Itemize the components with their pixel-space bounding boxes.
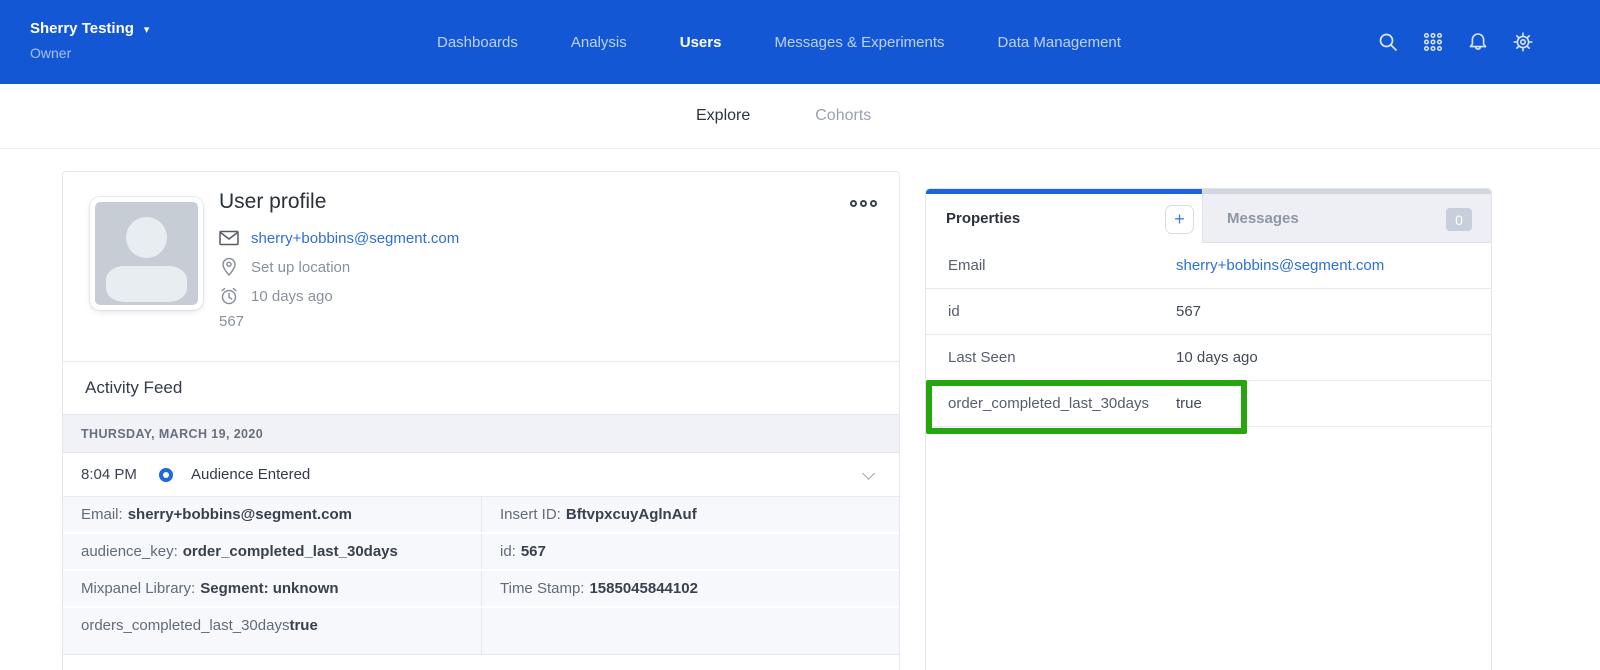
top-navbar: Sherry Testing ▾ Owner Dashboards Analysi… [0,0,1600,84]
profile-email-row: sherry+bobbins@segment.com [219,226,459,250]
envelope-icon [219,230,239,246]
detail-value: true [289,617,317,634]
project-switcher[interactable]: Sherry Testing ▾ Owner [30,20,149,61]
activity-event-row[interactable]: 8:04 PM Audience Entered [63,453,899,497]
activity-feed-title: Activity Feed [63,362,899,414]
avatar [90,197,203,310]
detail-label: Mixpanel Library: [81,580,195,597]
detail-label: audience_key: [81,543,178,560]
event-dot-icon [159,468,173,482]
properties-table: Email sherry+bobbins@segment.com id 567 … [926,243,1491,427]
tab-cohorts[interactable]: Cohorts [805,84,881,148]
messages-count-badge: 0 [1446,208,1472,231]
profile-email-link[interactable]: sherry+bobbins@segment.com [251,230,459,247]
detail-value: 567 [521,543,546,560]
profile-last-seen-text: 10 days ago [251,288,333,305]
profile-location-row: Set up location [219,255,350,279]
detail-row: Mixpanel Library: Segment: unknown Time S… [63,571,899,608]
property-label: id [926,303,1176,320]
detail-value: Segment: unknown [200,580,338,597]
profile-location-text[interactable]: Set up location [251,259,350,276]
nav-item-dashboards[interactable]: Dashboards [437,34,518,51]
profile-title: User profile [219,190,326,214]
detail-row: audience_key: order_completed_last_30days… [63,534,899,571]
event-time: 8:04 PM [81,466,159,483]
tab-properties[interactable]: Properties + [926,189,1203,243]
panel-tabs: Properties + Messages 0 [926,189,1491,243]
profile-user-id: 567 [219,313,244,330]
properties-panel: Properties + Messages 0 Email sherry+bob… [925,188,1492,670]
detail-row: Email: sherry+bobbins@segment.com Insert … [63,497,899,534]
search-icon[interactable] [1377,31,1399,53]
detail-label: Email: [81,506,123,523]
property-row-last-seen: Last Seen 10 days ago [926,335,1491,381]
app-screen: Sherry Testing ▾ Owner Dashboards Analysi… [0,0,1600,670]
project-name[interactable]: Sherry Testing [30,20,134,37]
user-profile-card: User profile sherry+bobbins@segment.com … [62,171,900,670]
navbar-icons [1377,0,1534,84]
detail-label: Time Stamp: [500,580,584,597]
caret-down-icon: ▾ [144,24,150,36]
detail-value: BftvpxcuyAglnAuf [566,506,697,523]
gear-icon[interactable] [1512,31,1534,53]
property-label: order_completed_last_30days [926,395,1176,412]
tab-properties-label: Properties [946,210,1020,227]
property-label: Email [926,257,1176,274]
detail-value: order_completed_last_30days [183,543,398,560]
property-label: Last Seen [926,349,1176,366]
property-row-email: Email sherry+bobbins@segment.com [926,243,1491,289]
profile-last-seen-row: 10 days ago [219,284,333,308]
main-nav: Dashboards Analysis Users Messages & Exp… [437,0,1121,84]
property-row-id: id 567 [926,289,1491,335]
property-value: true [1176,395,1202,412]
location-pin-icon [219,257,239,277]
apps-grid-icon[interactable] [1422,31,1444,53]
nav-item-analysis[interactable]: Analysis [571,34,627,51]
chevron-down-icon[interactable] [862,467,875,480]
overflow-menu-icon[interactable] [850,200,877,207]
property-row-order-completed: order_completed_last_30days true [926,381,1491,427]
activity-feed-date-header: THURSDAY, MARCH 19, 2020 [63,414,899,453]
tab-messages[interactable]: Messages 0 [1203,189,1491,243]
tab-explore[interactable]: Explore [686,84,760,148]
detail-label: orders_completed_last_30days [81,617,289,634]
profile-section: User profile sherry+bobbins@segment.com … [63,172,899,362]
nav-item-data-management[interactable]: Data Management [998,34,1121,51]
bell-icon[interactable] [1467,31,1489,53]
event-details-table: Email: sherry+bobbins@segment.com Insert … [63,497,899,655]
property-value: 567 [1176,303,1201,320]
nav-item-users[interactable]: Users [680,34,722,51]
detail-value: 1585045844102 [589,580,697,597]
property-value: 10 days ago [1176,349,1258,366]
nav-item-messages-experiments[interactable]: Messages & Experiments [774,34,944,51]
event-name: Audience Entered [191,466,310,483]
project-role: Owner [30,45,149,61]
detail-label: id: [500,543,516,560]
alarm-clock-icon [219,286,239,306]
tab-messages-label: Messages [1227,210,1299,227]
detail-value: sherry+bobbins@segment.com [128,506,352,523]
detail-row: orders_completed_last_30daystrue [63,608,899,655]
property-value-email-link[interactable]: sherry+bobbins@segment.com [1176,257,1384,274]
detail-label: Insert ID: [500,506,561,523]
page-tabbar: Explore Cohorts [0,84,1600,149]
add-property-button[interactable]: + [1165,205,1194,234]
